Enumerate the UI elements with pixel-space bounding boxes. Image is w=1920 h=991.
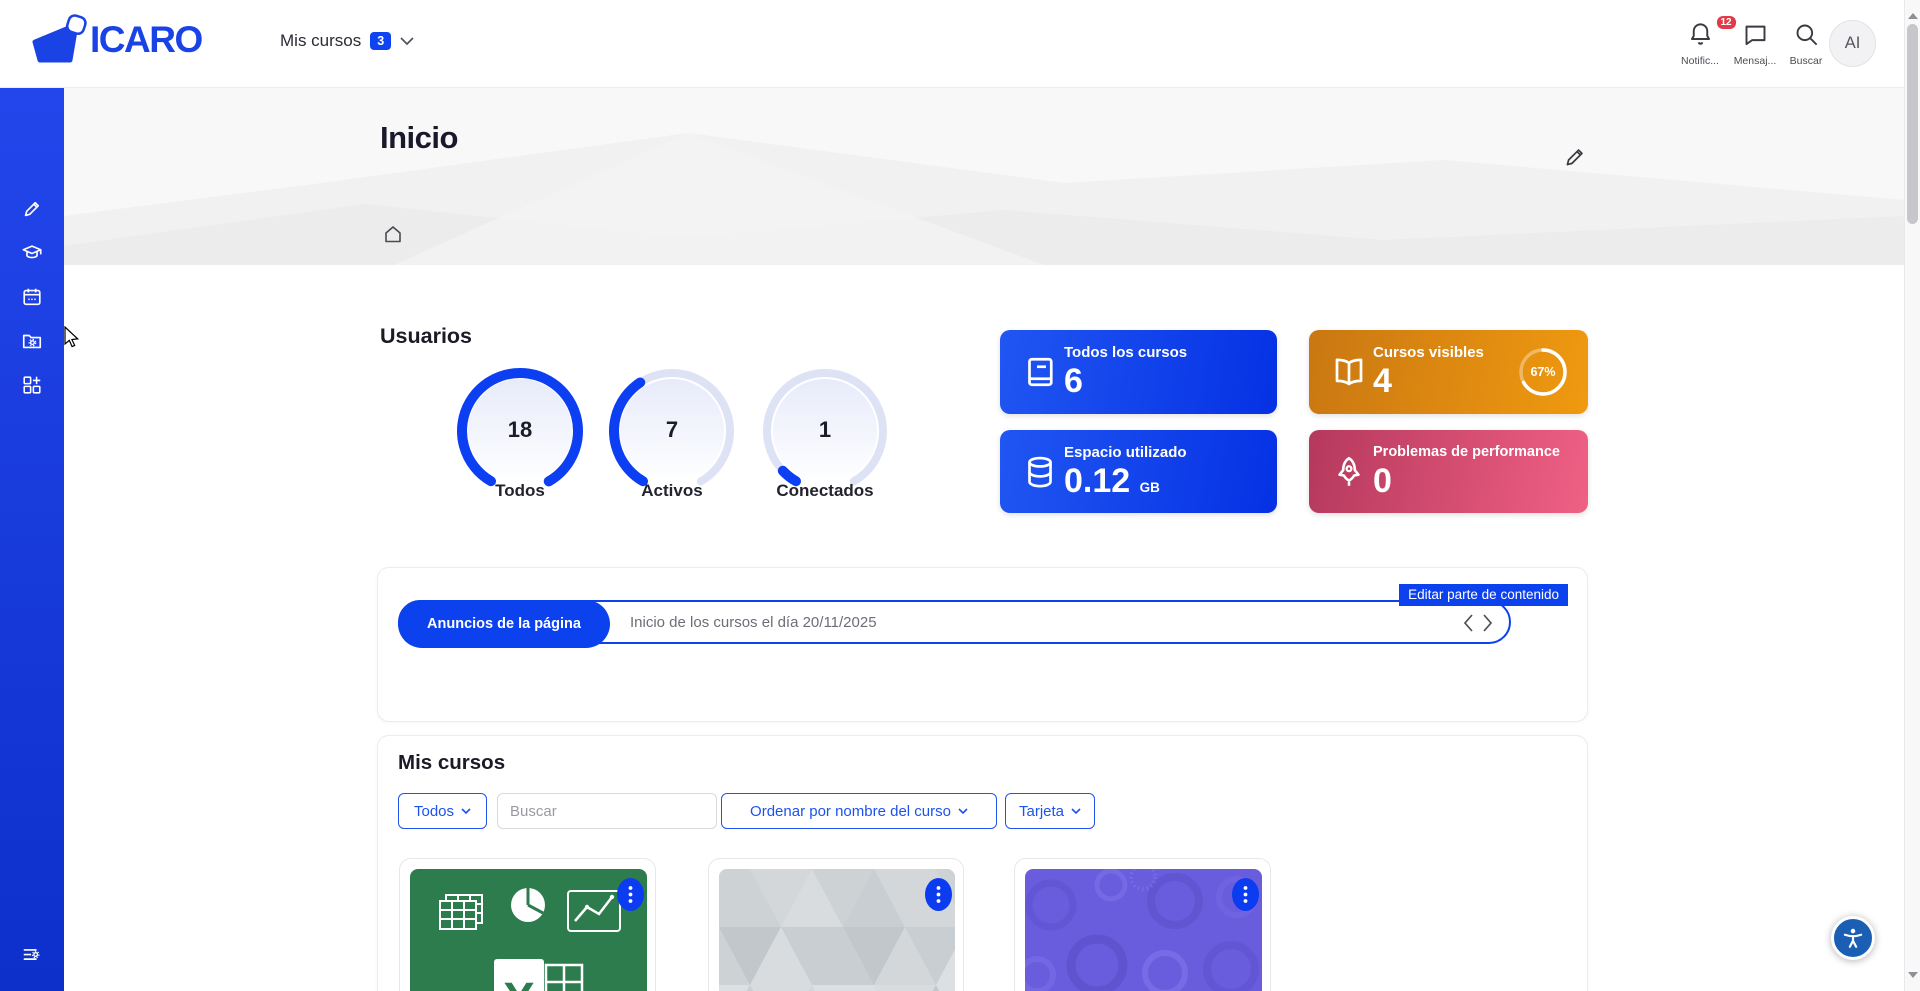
notifications-label: Notific... — [1671, 55, 1729, 67]
announcements-panel: Editar parte de contenido Anuncios de la… — [377, 567, 1588, 722]
view-dropdown[interactable]: Tarjeta — [1005, 793, 1095, 829]
usuarios-title: Usuarios — [380, 324, 472, 349]
course-thumbnail-triangles — [719, 869, 955, 991]
gauge-activos-value: 7 — [602, 417, 742, 443]
gauge-conectados: 1 Conectados — [755, 361, 895, 511]
visible-percent-ring: 67% — [1512, 341, 1574, 403]
search-button[interactable]: Buscar — [1777, 21, 1835, 67]
folder-gear-icon[interactable] — [21, 330, 43, 352]
stat-title: Espacio utilizado — [1064, 444, 1187, 461]
announcement-text: Inicio de los cursos el día 20/11/2025 — [630, 602, 877, 646]
graduation-cap-icon[interactable] — [21, 242, 43, 264]
course-menu-button[interactable] — [617, 878, 644, 911]
gauge-activos: 7 Activos — [602, 361, 742, 511]
stat-card-todos-los-cursos[interactable]: Todos los cursos 6 — [1000, 330, 1277, 414]
svg-text:X: X — [503, 974, 535, 991]
course-thumbnail-excel: X — [410, 869, 647, 991]
chevron-down-icon — [958, 808, 968, 815]
stat-title: Problemas de performance — [1373, 444, 1560, 460]
stat-title: Todos los cursos — [1064, 344, 1187, 361]
gauge-todos: 18 Todos — [450, 361, 590, 511]
chevron-down-icon — [400, 37, 414, 46]
course-card-excel[interactable]: X — [399, 858, 656, 991]
pencil-icon[interactable] — [21, 198, 43, 220]
mountains-decoration — [64, 88, 1904, 265]
rocket-icon — [1331, 454, 1367, 490]
mouse-cursor — [64, 326, 79, 349]
stat-card-problemas-performance[interactable]: Problemas de performance 0 — [1309, 430, 1588, 513]
top-header: ICARO Mis cursos 3 12 Notific... Mensaj.… — [0, 0, 1904, 88]
next-announcement-icon[interactable] — [1482, 613, 1493, 633]
nav-mis-cursos-badge: 3 — [370, 32, 391, 50]
course-card-circles[interactable] — [1014, 858, 1271, 991]
avatar[interactable]: AI — [1829, 20, 1876, 67]
nav-mis-cursos-label: Mis cursos — [280, 31, 361, 51]
announcements-tab[interactable]: Anuncios de la página — [398, 600, 610, 648]
blocks-add-icon[interactable] — [21, 374, 43, 396]
filter-type-dropdown[interactable]: Todos — [398, 793, 487, 829]
stat-value: 0 — [1373, 463, 1392, 500]
stat-card-cursos-visibles[interactable]: Cursos visibles 4 67% — [1309, 330, 1588, 414]
stat-value: 0.12 GB — [1064, 463, 1160, 500]
sort-dropdown[interactable]: Ordenar por nombre del curso — [721, 793, 997, 829]
chevron-down-icon — [1071, 808, 1081, 815]
book-icon — [1022, 354, 1058, 390]
page-scrollbar[interactable] — [1904, 0, 1920, 991]
gauge-todos-value: 18 — [450, 417, 590, 443]
edit-content-label[interactable]: Editar parte de contenido — [1399, 584, 1568, 606]
accessibility-button[interactable] — [1831, 916, 1875, 960]
messages-label: Mensaj... — [1726, 55, 1784, 67]
course-search-input[interactable] — [497, 793, 717, 829]
scrollbar-down-arrow[interactable] — [1908, 972, 1918, 983]
stat-value-unit: GB — [1140, 480, 1160, 495]
course-menu-button[interactable] — [925, 878, 952, 911]
page-title: Inicio — [380, 120, 458, 156]
stat-value: 6 — [1064, 363, 1083, 400]
mis-cursos-panel: Mis cursos Todos Ordenar por nombre del … — [377, 735, 1588, 991]
sort-label: Ordenar por nombre del curso — [750, 803, 951, 820]
gauge-todos-label: Todos — [450, 481, 590, 501]
scrollbar-up-arrow[interactable] — [1908, 8, 1918, 19]
notifications-button[interactable]: 12 Notific... — [1671, 21, 1729, 67]
bell-icon — [1687, 21, 1714, 48]
stat-value: 4 — [1373, 363, 1392, 400]
icaro-logo-icon — [30, 12, 88, 68]
list-gear-icon[interactable] — [21, 944, 43, 966]
chevron-down-icon — [461, 808, 471, 815]
gauge-conectados-value: 1 — [755, 417, 895, 443]
course-thumbnail-circles — [1025, 869, 1262, 991]
stat-title: Cursos visibles — [1373, 344, 1484, 361]
filter-type-label: Todos — [414, 803, 454, 820]
breadcrumb-home-icon[interactable] — [381, 222, 405, 246]
mis-cursos-title: Mis cursos — [398, 751, 505, 775]
search-icon — [1793, 21, 1820, 48]
course-card-triangles[interactable] — [708, 858, 964, 991]
icaro-dashboard: ICARO Mis cursos 3 12 Notific... Mensaj.… — [0, 0, 1920, 991]
scrollbar-thumb[interactable] — [1907, 24, 1918, 224]
open-book-icon — [1331, 354, 1367, 390]
gauge-conectados-label: Conectados — [755, 481, 895, 501]
announcements-bar: Anuncios de la página Inicio de los curs… — [398, 600, 1511, 644]
icaro-logo[interactable]: ICARO — [30, 12, 202, 68]
stat-card-espacio-utilizado[interactable]: Espacio utilizado 0.12 GB — [1000, 430, 1277, 513]
edit-page-icon[interactable] — [1562, 144, 1588, 170]
calendar-icon[interactable] — [21, 286, 43, 308]
gauge-activos-label: Activos — [602, 481, 742, 501]
stat-value-number: 0.12 — [1064, 462, 1130, 500]
messages-button[interactable]: Mensaj... — [1726, 21, 1784, 67]
avatar-initials: AI — [1845, 34, 1861, 53]
accessibility-icon — [1840, 925, 1866, 951]
course-menu-button[interactable] — [1232, 878, 1259, 911]
hero-banner: Inicio — [64, 88, 1904, 265]
database-icon — [1022, 454, 1058, 490]
view-label: Tarjeta — [1019, 803, 1064, 820]
prev-announcement-icon[interactable] — [1463, 613, 1474, 633]
search-label: Buscar — [1777, 55, 1835, 67]
logo-text: ICARO — [90, 19, 202, 61]
sidebar — [0, 88, 64, 991]
visible-percent-label: 67% — [1512, 341, 1574, 403]
message-icon — [1742, 21, 1769, 48]
nav-mis-cursos[interactable]: Mis cursos 3 — [280, 31, 414, 51]
